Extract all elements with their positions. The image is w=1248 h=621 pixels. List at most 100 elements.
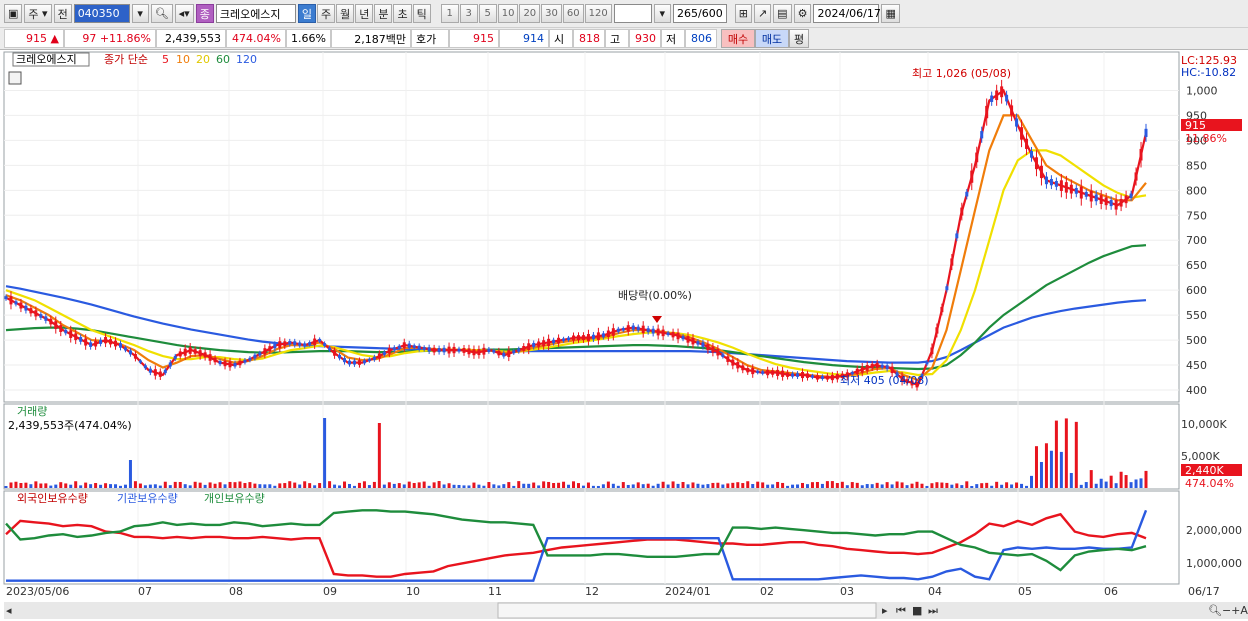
period-button-1[interactable]: 주 xyxy=(316,4,336,23)
scrollbar-thumb[interactable] xyxy=(497,602,877,619)
period-unit-select[interactable]: 주 ▾ xyxy=(24,4,52,23)
period-button-2[interactable]: 월 xyxy=(336,4,355,23)
drawing-tool-icon[interactable]: ↗ xyxy=(753,4,772,23)
ma-subtitle: 종가 단순 xyxy=(104,53,148,66)
volume-bar xyxy=(781,482,785,488)
candle-body xyxy=(1030,150,1034,158)
interval-dropdown-icon[interactable]: ▾ xyxy=(653,4,671,23)
volume-bar xyxy=(671,481,675,488)
volume-bar xyxy=(437,481,441,488)
candle-body xyxy=(74,333,78,341)
volume-bar xyxy=(1144,470,1148,488)
candle-body xyxy=(69,330,73,338)
volume-bar xyxy=(198,482,202,488)
volume-bar xyxy=(49,485,53,488)
interval-button-5[interactable]: 5 xyxy=(478,4,497,23)
zoom-icon[interactable]: 🔍︎−+A xyxy=(1208,604,1248,617)
candle-body xyxy=(980,131,984,139)
save-icon[interactable]: ▤ xyxy=(773,4,792,23)
interval-button-120[interactable]: 120 xyxy=(584,4,612,23)
volume-bar xyxy=(656,483,660,488)
candle-body xyxy=(253,354,257,359)
x-tick-label: 09 xyxy=(323,585,337,598)
volume-bar xyxy=(796,484,800,488)
candle-body xyxy=(696,341,700,345)
candle-body xyxy=(467,348,471,355)
period-button-3[interactable]: 년 xyxy=(355,4,374,23)
candle-body xyxy=(49,318,53,325)
interval-button-20[interactable]: 20 xyxy=(519,4,541,23)
rewind-icon[interactable]: ⏮ xyxy=(896,604,906,617)
volume-bar xyxy=(527,483,531,488)
candle-body xyxy=(94,340,98,347)
candle-body xyxy=(283,341,287,347)
scroll-left-icon[interactable]: ◂ xyxy=(6,604,12,617)
volume-bar xyxy=(751,484,755,488)
volume-bar xyxy=(138,483,142,488)
candle-body xyxy=(447,346,451,354)
candle-body xyxy=(686,336,690,343)
last-volume-ratio: 474.04% xyxy=(1185,477,1234,490)
candle-body xyxy=(84,338,88,346)
volume-value: 2,439,553 xyxy=(156,29,226,48)
period-button-4[interactable]: 분 xyxy=(374,4,393,23)
calendar-icon[interactable]: ▦ xyxy=(881,4,900,23)
interval-button-30[interactable]: 30 xyxy=(541,4,562,23)
candle-body xyxy=(860,366,864,373)
interval-button-1[interactable]: 1 xyxy=(440,4,459,23)
buy-button[interactable]: 매수 xyxy=(721,29,755,48)
date-field[interactable]: 2024/06/17 xyxy=(813,4,881,23)
low-label: 저 xyxy=(661,29,685,48)
prev-button[interactable]: 전 xyxy=(53,4,72,23)
search-icon[interactable]: 🔍︎ xyxy=(150,4,173,23)
volume-bar xyxy=(163,481,167,488)
interval-button-60[interactable]: 60 xyxy=(562,4,584,23)
candle-body xyxy=(791,373,795,377)
up-triangle-icon: ▲ xyxy=(50,32,59,45)
volume-bar xyxy=(746,481,750,488)
volume-bar xyxy=(850,482,854,488)
interval-button-3[interactable]: 3 xyxy=(459,4,478,23)
candle-body xyxy=(323,343,327,347)
volume-bar xyxy=(591,485,595,488)
forward-icon[interactable]: ⏭ xyxy=(928,604,938,617)
volume-bar xyxy=(1089,470,1093,488)
volume-bar xyxy=(1054,420,1058,488)
data-count-field[interactable]: 265/600 xyxy=(672,4,727,23)
volume-bar xyxy=(263,484,267,488)
code-dropdown-icon[interactable]: ▾ xyxy=(131,4,149,23)
stock-name-field[interactable]: 크레오에스지 xyxy=(215,4,296,23)
eval-button[interactable]: 평 xyxy=(789,29,809,48)
scroll-right-icon[interactable]: ▸ xyxy=(882,604,888,617)
candle-body xyxy=(54,321,58,329)
candle-body xyxy=(626,325,630,332)
settings-gear-icon[interactable]: ⚙ xyxy=(793,4,812,23)
candle-body xyxy=(392,347,396,351)
volume-bar xyxy=(920,483,924,488)
volume-bar xyxy=(1074,421,1078,488)
speaker-icon[interactable]: ◂▾ xyxy=(174,4,194,23)
legend-foreign: 외국인보유수량 xyxy=(17,492,88,505)
dividend-annotation: 배당락(0.00%) xyxy=(618,289,692,302)
volume-bar xyxy=(741,483,745,488)
period-button-5[interactable]: 초 xyxy=(393,4,412,23)
last-price-label: 915 xyxy=(1185,119,1206,132)
volume-bar xyxy=(517,481,521,488)
candle-body xyxy=(223,360,227,367)
period-button-6[interactable]: 틱 xyxy=(412,4,431,23)
crosshair-icon[interactable]: ⊞ xyxy=(734,4,752,23)
interval-button-10[interactable]: 10 xyxy=(497,4,519,23)
interval-input[interactable] xyxy=(613,4,652,23)
x-tick-label: 07 xyxy=(138,585,152,598)
layout-icon[interactable]: ▣ xyxy=(4,4,23,23)
volume-bar xyxy=(143,485,147,488)
stock-code-input[interactable]: 040350 xyxy=(73,4,130,23)
period-button-0[interactable]: 일 xyxy=(297,4,316,23)
sell-button[interactable]: 매도 xyxy=(755,29,789,48)
table-icon[interactable] xyxy=(8,71,22,85)
candle-body xyxy=(338,354,342,359)
high-price: 930 xyxy=(629,29,661,48)
stop-icon[interactable]: ■ xyxy=(912,604,922,617)
volume-bar xyxy=(1049,450,1053,488)
volume-bar xyxy=(502,484,506,488)
